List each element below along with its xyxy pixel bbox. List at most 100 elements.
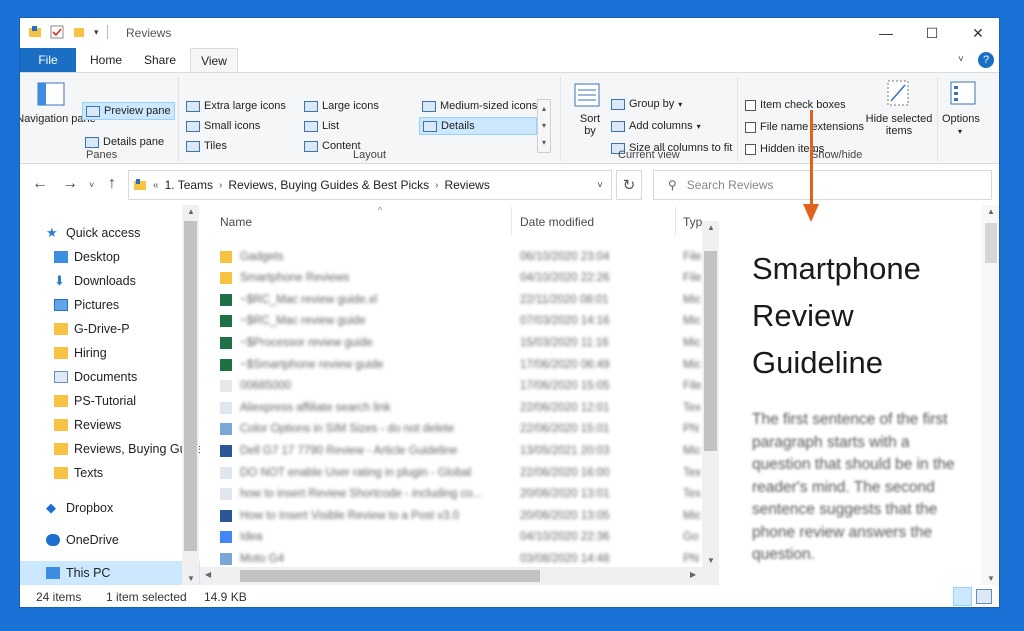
- preview-pane-button[interactable]: Preview pane: [82, 102, 175, 120]
- tab-view[interactable]: View: [190, 48, 238, 73]
- nav-item-hiring[interactable]: Hiring 📌: [20, 341, 200, 365]
- ribbon-collapse-icon[interactable]: ˅: [958, 54, 964, 65]
- tab-file[interactable]: File: [20, 48, 76, 73]
- nav-item-pictures[interactable]: Pictures 📌: [20, 293, 200, 317]
- customize-qat-icon[interactable]: ▾: [94, 27, 99, 38]
- search-input[interactable]: ⚲ Search Reviews: [653, 170, 992, 200]
- scroll-down-icon[interactable]: ▼: [987, 574, 995, 583]
- scroll-up-icon[interactable]: ▲: [987, 207, 995, 216]
- breadcrumb-reviews-buying-guides[interactable]: Reviews, Buying Guides & Best Picks: [228, 178, 429, 192]
- file-row[interactable]: 00685000 17/06/2020 15:05 File: [220, 376, 702, 397]
- tab-share[interactable]: Share: [136, 48, 184, 73]
- scroll-down-icon[interactable]: ▼: [187, 574, 195, 583]
- sort-by-button[interactable]: Sort by: [576, 113, 604, 137]
- nav-scrollbar[interactable]: ▲ ▼: [182, 205, 199, 585]
- file-list-hscroll-thumb[interactable]: [240, 570, 540, 582]
- chevron-right-icon[interactable]: ›: [219, 180, 222, 191]
- up-arrow-icon[interactable]: ↑: [108, 175, 116, 193]
- file-row[interactable]: Idea 04/10/2020 22:36 Go: [220, 527, 700, 548]
- preview-pane-label: Preview pane: [104, 105, 171, 117]
- details-pane-icon: [85, 136, 99, 148]
- file-row[interactable]: Dell G7 17 7790 Review - Article Guideli…: [220, 440, 701, 461]
- item-check-boxes-checkbox[interactable]: Item check boxes: [745, 99, 846, 111]
- nav-item-this-pc[interactable]: This PC: [20, 561, 200, 585]
- checklist-icon[interactable]: [50, 25, 64, 39]
- layout-scroll-arrows[interactable]: ▴ ▾ ▾: [537, 99, 551, 153]
- address-dropdown-icon[interactable]: ˅: [597, 180, 603, 191]
- scroll-up-icon[interactable]: ▲: [707, 223, 715, 232]
- excel-file-icon: [220, 358, 232, 371]
- nav-item-quick-access[interactable]: ★ Quick access: [20, 221, 200, 245]
- options-button[interactable]: Options: [942, 113, 980, 125]
- file-row[interactable]: how to insert Review Shortcode - includi…: [220, 484, 701, 505]
- file-list-horizontal-scrollbar[interactable]: ◀ ▶: [200, 567, 719, 585]
- nav-item-reviews[interactable]: Reviews: [20, 413, 200, 437]
- documents-icon: [54, 371, 68, 383]
- chevron-right-icon[interactable]: ›: [435, 180, 438, 191]
- file-row[interactable]: ~$RC_Mac review guide.xl 22/11/2020 08:01…: [220, 289, 701, 310]
- file-row[interactable]: ~$Processor review guide 15/03/2020 11:16…: [220, 332, 701, 353]
- tab-home[interactable]: Home: [82, 48, 130, 73]
- nav-item-texts[interactable]: Texts: [20, 461, 200, 485]
- help-icon[interactable]: ?: [978, 52, 994, 68]
- layout-tiles[interactable]: Tiles: [186, 140, 227, 152]
- add-columns-button[interactable]: Add columns ▾: [611, 120, 701, 132]
- close-button[interactable]: ✕: [955, 18, 999, 48]
- new-folder-icon[interactable]: [72, 25, 86, 39]
- nav-item-desktop[interactable]: Desktop 📌: [20, 245, 200, 269]
- file-row[interactable]: Aliexpress affiliate search link 22/06/20…: [220, 397, 701, 418]
- preview-scrollbar-thumb[interactable]: [985, 223, 997, 263]
- layout-small-icons[interactable]: Small icons: [186, 120, 260, 132]
- file-row[interactable]: ~$Smartphone review guide 17/06/2020 06:4…: [220, 354, 701, 375]
- file-row[interactable]: Color Options in SIM Sizes - do not dele…: [220, 419, 700, 440]
- file-row[interactable]: How to Insert Visible Review to a Post v…: [220, 505, 701, 526]
- address-bar[interactable]: « 1. Teams › Reviews, Buying Guides & Be…: [128, 170, 612, 200]
- nav-item-label: OneDrive: [66, 533, 119, 547]
- preview-scrollbar[interactable]: ▲ ▼: [982, 205, 999, 585]
- layout-large-icons[interactable]: Large icons: [304, 100, 379, 112]
- column-header-name[interactable]: Name: [220, 215, 252, 229]
- layout-extra-large-icons[interactable]: Extra large icons: [186, 100, 286, 112]
- navigation-pane-button[interactable]: Navigation pane: [20, 113, 96, 125]
- nav-item-dropbox[interactable]: ◆ Dropbox: [20, 496, 200, 520]
- nav-item-documents[interactable]: Documents 📌: [20, 365, 200, 389]
- refresh-icon[interactable]: ↻: [616, 170, 642, 200]
- nav-item-downloads[interactable]: ⬇ Downloads 📌: [20, 269, 200, 293]
- details-pane-button[interactable]: Details pane: [85, 136, 164, 148]
- nav-item-reviews-buying-guides[interactable]: Reviews, Buying Guides & Best Picks: [20, 437, 200, 461]
- group-by-button[interactable]: Group by ▾: [611, 98, 682, 110]
- file-list-vertical-scrollbar[interactable]: ▲ ▼: [702, 221, 719, 567]
- file-row[interactable]: Gadgets 06/10/2020 23:04 File: [220, 246, 702, 267]
- overflow-chevron-icon[interactable]: «: [153, 180, 159, 191]
- large-icons-view-icon[interactable]: [976, 589, 992, 604]
- layout-details[interactable]: Details: [419, 117, 537, 135]
- layout-list[interactable]: List: [304, 120, 339, 132]
- nav-item-ps-tutorial[interactable]: PS-Tutorial: [20, 389, 200, 413]
- column-header-type[interactable]: Typ: [683, 215, 702, 229]
- scroll-right-icon[interactable]: ▶: [690, 570, 696, 579]
- layout-medium-icons[interactable]: Medium-sized icons: [422, 100, 537, 112]
- maximize-button[interactable]: ☐: [909, 18, 955, 48]
- breadcrumb-teams[interactable]: 1. Teams: [165, 178, 213, 192]
- scroll-left-icon[interactable]: ◀: [205, 570, 211, 579]
- minimize-button[interactable]: —: [863, 18, 909, 48]
- file-row[interactable]: DO NOT enable User rating in plugin - Gl…: [220, 462, 701, 483]
- scroll-up-icon[interactable]: ▲: [187, 207, 195, 216]
- back-arrow-icon[interactable]: ←: [32, 175, 48, 193]
- folder-properties-icon[interactable]: [28, 25, 42, 39]
- column-header-date-modified[interactable]: Date modified: [520, 215, 594, 229]
- forward-arrow-icon[interactable]: →: [62, 175, 78, 193]
- file-row[interactable]: ~$RC_Mac review guide 07/03/2020 14:16 Mic: [220, 311, 701, 332]
- recent-locations-icon[interactable]: ˅: [89, 180, 94, 190]
- file-list-vscroll-thumb[interactable]: [704, 251, 717, 451]
- file-name-extensions-checkbox[interactable]: File name extensions: [745, 121, 864, 133]
- hide-selected-items-button[interactable]: Hide selected items: [865, 113, 933, 137]
- details-view-icon[interactable]: [953, 587, 972, 606]
- nav-scrollbar-thumb[interactable]: [184, 221, 197, 551]
- navigation-pane: ★ Quick access Desktop 📌 ⬇ Downloads 📌 P…: [20, 205, 200, 585]
- nav-item-g-drive-p[interactable]: G-Drive-P 📌: [20, 317, 200, 341]
- breadcrumb-reviews[interactable]: Reviews: [444, 178, 489, 192]
- file-row[interactable]: Smartphone Reviews 04/10/2020 22:26 File: [220, 268, 702, 289]
- nav-item-onedrive[interactable]: OneDrive: [20, 528, 200, 552]
- scroll-down-icon[interactable]: ▼: [707, 556, 715, 565]
